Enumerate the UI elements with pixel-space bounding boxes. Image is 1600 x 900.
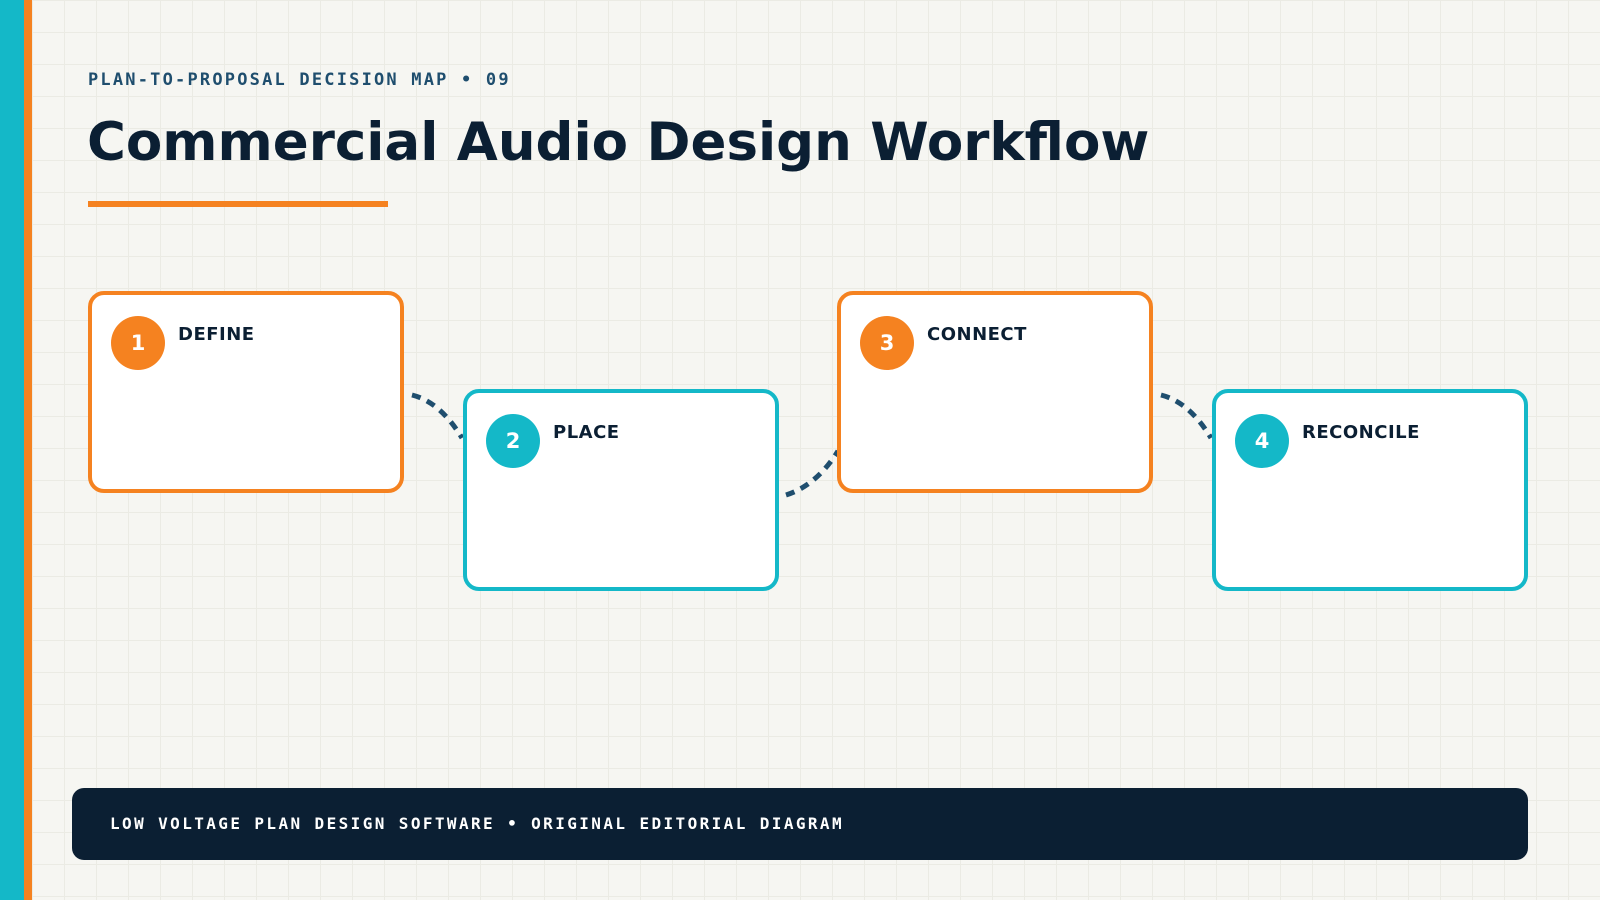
step-number-badge: 1 (111, 316, 165, 370)
step-label-reconcile: RECONCILE (1302, 422, 1420, 443)
connector-2-3 (785, 449, 841, 498)
step-card-reconcile: 4 RECONCILE (1212, 389, 1528, 591)
step-number-badge: 4 (1235, 414, 1289, 468)
step-number-badge: 3 (860, 316, 914, 370)
step-label-connect: CONNECT (927, 324, 1027, 345)
step-number-badge: 2 (486, 414, 540, 468)
footer-banner: LOW VOLTAGE PLAN DESIGN SOFTWARE • ORIGI… (72, 788, 1528, 860)
title-underline (88, 201, 388, 207)
step-label-place: PLACE (553, 422, 620, 443)
left-accent-bar-orange (24, 0, 32, 900)
step-card-connect: 3 CONNECT (837, 291, 1153, 493)
step-label-define: DEFINE (178, 324, 255, 345)
footer-text: LOW VOLTAGE PLAN DESIGN SOFTWARE • ORIGI… (110, 814, 845, 833)
page-title: Commercial Audio Design Workflow (87, 112, 1150, 173)
left-accent-bar-teal (0, 0, 24, 900)
step-card-define: 1 DEFINE (88, 291, 404, 493)
step-card-place: 2 PLACE (463, 389, 779, 591)
connector-1-2 (411, 392, 465, 440)
eyebrow-label: PLAN-TO-PROPOSAL DECISION MAP • 09 (88, 70, 511, 90)
connector-3-4 (1160, 392, 1214, 440)
